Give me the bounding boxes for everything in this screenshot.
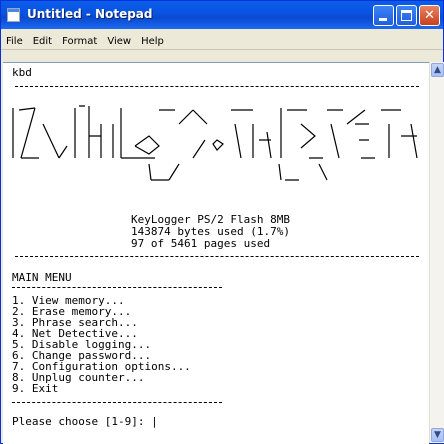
separator xyxy=(15,86,419,88)
title-bar[interactable]: Untitled - Notepad ✕ xyxy=(1,1,443,29)
notepad-icon xyxy=(7,8,20,22)
menu-format[interactable]: Format xyxy=(57,31,102,47)
scroll-up-button[interactable]: ▲ xyxy=(431,63,444,77)
text-editor-area[interactable]: kbd KeyLogger PS/2 Flash 8MB 143874 byte… xyxy=(3,62,429,444)
maximize-icon xyxy=(401,10,412,21)
scroll-up-icon: ▲ xyxy=(434,65,441,75)
window-title: Untitled - Notepad xyxy=(27,7,153,21)
minimize-icon xyxy=(379,18,387,21)
menu-file[interactable]: File xyxy=(1,31,28,47)
first-line-text: kbd xyxy=(12,66,32,79)
separator xyxy=(15,256,419,258)
maximize-button[interactable] xyxy=(396,5,417,26)
separator xyxy=(12,287,222,289)
ascii-art-logo xyxy=(12,105,418,181)
scroll-down-button[interactable]: ▼ xyxy=(431,428,444,442)
menu-bar: File Edit Format View Help xyxy=(1,29,443,50)
main-menu-title: MAIN MENU xyxy=(12,271,72,284)
scroll-down-icon: ▼ xyxy=(434,430,441,440)
close-button[interactable]: ✕ xyxy=(419,5,440,26)
menu-edit[interactable]: Edit xyxy=(28,31,57,47)
choice-prompt: Please choose [1-9]: | xyxy=(12,415,158,428)
close-icon: ✕ xyxy=(424,8,435,23)
notepad-window: Untitled - Notepad ✕ File Edit Format View H… xyxy=(0,0,444,444)
separator xyxy=(12,402,222,404)
vertical-scrollbar[interactable]: ▲ ▼ xyxy=(429,62,444,443)
menu-option-9: 9. Exit xyxy=(12,382,59,395)
menu-help[interactable]: Help xyxy=(136,31,169,47)
menu-view[interactable]: View xyxy=(102,31,136,47)
minimize-button[interactable] xyxy=(373,5,394,26)
pages-used-line: 97 of 5461 pages used xyxy=(131,237,271,250)
